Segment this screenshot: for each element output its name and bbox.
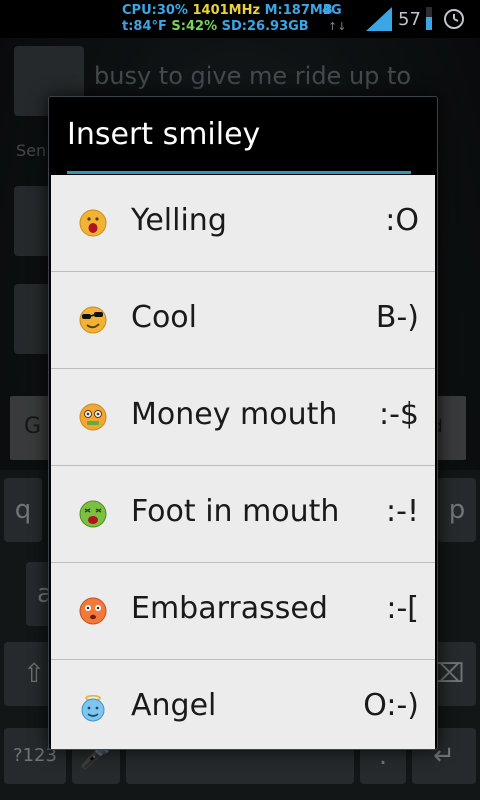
smiley-name: Angel [131,688,217,723]
smiley-row-angel[interactable]: Angel O:-) [51,660,435,749]
signal-strength-icon [366,7,392,31]
smiley-name: Cool [131,300,197,335]
money-mouth-smiley-icon [79,403,107,431]
smiley-row-yelling[interactable]: Yelling :O [51,175,435,272]
data-activity-icon: ↑↓ [328,20,347,33]
foot-in-mouth-smiley-icon [79,500,107,528]
smiley-list: Yelling :O Cool B-) Money mouth :-$ Foot… [51,175,435,749]
title-divider [67,171,411,174]
smiley-row-cool[interactable]: Cool B-) [51,272,435,369]
smiley-code: :-! [386,494,419,529]
angel-smiley-icon [81,694,105,722]
smiley-name: Yelling [131,203,227,238]
smiley-code: B-) [375,300,419,335]
sd-stat: SD:26.93GB [221,19,309,34]
smiley-name: Foot in mouth [131,494,340,529]
battery-icon [426,7,432,30]
smiley-row-foot-in-mouth[interactable]: Foot in mouth :-! [51,466,435,563]
cpu-stat: CPU:30% [122,3,188,18]
smiley-row-embarrassed[interactable]: Embarrassed :-[ [51,563,435,660]
alarm-clock-icon [444,9,464,29]
smiley-name: Embarrassed [131,591,328,626]
smiley-name: Money mouth [131,397,338,432]
network-type-indicator: 4G [322,3,342,18]
battery-level-fill [426,16,432,30]
system-stats-line-1: CPU:30% 1401MHz M:187MB [122,3,333,18]
cpu-frequency-stat: 1401MHz [192,3,261,18]
smiley-code: :-$ [378,397,419,432]
storage-stat: S:42% [171,19,218,34]
dialog-title: Insert smiley [67,117,261,152]
smiley-row-money-mouth[interactable]: Money mouth :-$ [51,369,435,466]
insert-smiley-dialog: Insert smiley Yelling :O Cool B-) Money … [48,96,438,750]
smiley-code: O:-) [363,688,419,723]
smiley-code: :-[ [386,591,419,626]
cool-smiley-icon [79,306,107,334]
battery-percentage: 57 [398,9,421,30]
status-bar: CPU:30% 1401MHz M:187MB t:84°F S:42% SD:… [0,0,480,38]
smiley-code: :O [385,203,419,238]
temperature-stat: t:84°F [122,19,167,34]
system-stats-line-2: t:84°F S:42% SD:26.93GB [122,19,309,34]
embarrassed-smiley-icon [79,597,107,625]
yelling-smiley-icon [79,209,107,237]
